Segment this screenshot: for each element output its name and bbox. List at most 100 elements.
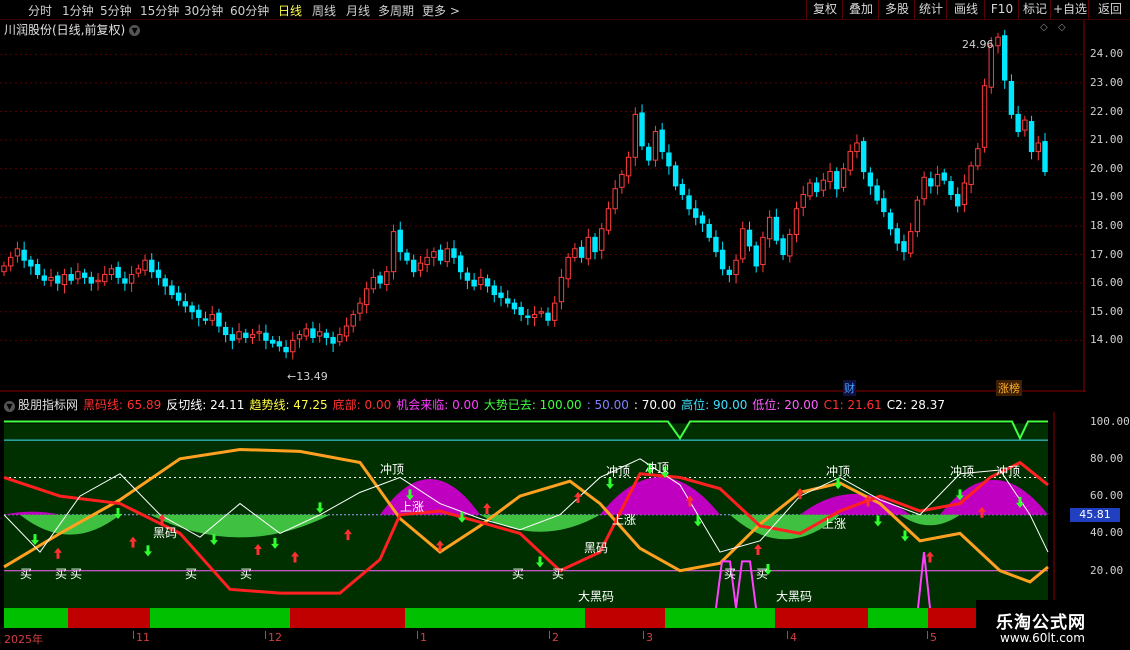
toolbar-button-4[interactable]: 画线 <box>946 0 985 19</box>
candle <box>518 301 524 322</box>
candle <box>733 254 739 284</box>
indicator-legend: ▼ 股朋指标网 黑码线: 65.89 反切线: 24.11 趋势线: 47.25 底部: … <box>4 396 955 413</box>
tab-timeframe-6[interactable]: 日线 <box>278 2 302 19</box>
indicator-tick-label: 20.00 <box>1090 563 1124 577</box>
toolbar-button-1[interactable]: 叠加 <box>842 0 879 19</box>
candle <box>713 230 719 258</box>
tab-timeframe-1[interactable]: 1分钟 <box>62 2 94 19</box>
candle <box>813 177 820 198</box>
signal-label-shangzhang: 上涨 <box>400 499 424 514</box>
candle <box>34 258 41 279</box>
watermark-title: 乐淘公式网 <box>996 613 1086 633</box>
candle <box>68 267 74 285</box>
toolbar-button-2[interactable]: 多股 <box>878 0 915 19</box>
indicator-chart[interactable]: 买买买买买买买买买冲顶 冲顶 冲顶 冲顶 冲顶 冲顶上涨上涨 上涨黑码黑码大黑码 大黑码 <box>0 412 1055 630</box>
watermark-logo: 乐淘公式网 www.60lt.com <box>976 600 1130 650</box>
date-tick-mark <box>549 631 550 639</box>
candle <box>323 328 330 346</box>
candle <box>484 274 491 293</box>
candle <box>28 255 34 275</box>
date-tick-label: 2025年 <box>4 633 43 646</box>
signal-label-shangzhang: 上涨 <box>612 512 636 527</box>
candle <box>968 161 974 194</box>
candle <box>901 234 907 261</box>
signal-label-chongding: 冲顶 <box>950 464 974 479</box>
candle <box>531 306 538 327</box>
signal-label-buy: 买 <box>70 567 82 581</box>
legend-item-0: 黑码线: 65.89 <box>83 398 162 412</box>
candle <box>229 327 236 350</box>
legend-item-8: 高位: 90.00 <box>681 398 748 412</box>
price-tick-label: 22.00 <box>1090 104 1124 118</box>
tab-timeframe-7[interactable]: 周线 <box>312 2 336 19</box>
signal-label-daheima: 大黑码 <box>776 590 812 604</box>
date-tick-label: 4 <box>790 631 797 644</box>
signal-label-buy: 买 <box>552 567 564 581</box>
date-tick-mark <box>265 631 266 639</box>
badge-cai[interactable]: 财 <box>843 380 856 396</box>
candle <box>659 122 665 160</box>
legend-item-10: C1: 21.61 <box>823 398 882 412</box>
candle <box>431 247 437 267</box>
candle <box>196 304 202 327</box>
legend-item-5: 大势已去: 100.00 <box>483 398 582 412</box>
candle <box>122 271 128 291</box>
toolbar-button-8[interactable]: 返回 <box>1088 0 1130 19</box>
candle <box>350 310 356 333</box>
candle <box>128 265 135 292</box>
tab-timeframe-5[interactable]: 60分钟 <box>230 2 269 19</box>
indicator-tick-label: 100.00 <box>1090 414 1130 428</box>
candle <box>706 218 712 242</box>
signal-label-chongding: 冲顶 <box>606 464 630 479</box>
candlestick-chart[interactable] <box>0 20 1085 392</box>
chevron-down-icon[interactable]: ▼ <box>4 401 15 412</box>
date-tick-label: 5 <box>930 631 937 644</box>
candle <box>14 241 21 263</box>
legend-item-1: 反切线: 24.11 <box>166 398 245 412</box>
candle <box>686 188 692 216</box>
candle <box>1028 115 1035 160</box>
date-tick-mark <box>133 631 134 639</box>
candle <box>384 265 390 292</box>
date-tick-label: 2 <box>552 631 559 644</box>
candle <box>612 180 618 215</box>
date-tick-label: 12 <box>268 631 282 644</box>
candle <box>726 265 733 283</box>
tab-timeframe-0[interactable]: 分时 <box>28 2 52 19</box>
tab-timeframe-4[interactable]: 30分钟 <box>184 2 223 19</box>
candle <box>363 281 370 314</box>
date-tick-mark <box>927 631 928 639</box>
candle <box>256 324 262 341</box>
toolbar-button-5[interactable]: F10 <box>984 0 1019 19</box>
low-price-value: 13.49 <box>296 370 328 383</box>
legend-item-4: 机会来临: 0.00 <box>396 398 479 412</box>
indicator-tick-label: 80.00 <box>1090 451 1124 465</box>
candle <box>95 273 101 291</box>
candle <box>209 306 215 326</box>
candle <box>222 321 229 343</box>
candle <box>115 261 121 284</box>
candle <box>894 223 900 251</box>
toolbar-button-3[interactable]: 统计 <box>914 0 947 19</box>
candle <box>625 151 632 184</box>
trend-bar-segment <box>775 608 868 628</box>
candle <box>538 307 544 318</box>
badge-zhangbang[interactable]: 涨榜 <box>996 380 1022 396</box>
tab-timeframe-3[interactable]: 15分钟 <box>140 2 179 19</box>
trend-bar-segment <box>68 608 150 628</box>
tab-timeframe-8[interactable]: 月线 <box>346 2 370 19</box>
toolbar-button-6[interactable]: 标记 <box>1018 0 1051 19</box>
legend-item-7: : 70.00 <box>633 398 677 412</box>
toolbar-button-7[interactable]: +自选 <box>1050 0 1089 19</box>
tab-timeframe-2[interactable]: 5分钟 <box>100 2 132 19</box>
price-tick-label: 14.00 <box>1090 333 1124 347</box>
candle <box>108 264 115 280</box>
toolbar-button-0[interactable]: 复权 <box>806 0 843 19</box>
candle <box>545 307 551 326</box>
legend-item-11: C2: 28.37 <box>886 398 946 412</box>
candle <box>1015 105 1021 137</box>
candle <box>437 244 444 265</box>
signal-label-heima: 黑码 <box>584 541 608 555</box>
tab-timeframe-10[interactable]: 更多 > <box>422 2 460 19</box>
tab-timeframe-9[interactable]: 多周期 <box>378 2 414 19</box>
